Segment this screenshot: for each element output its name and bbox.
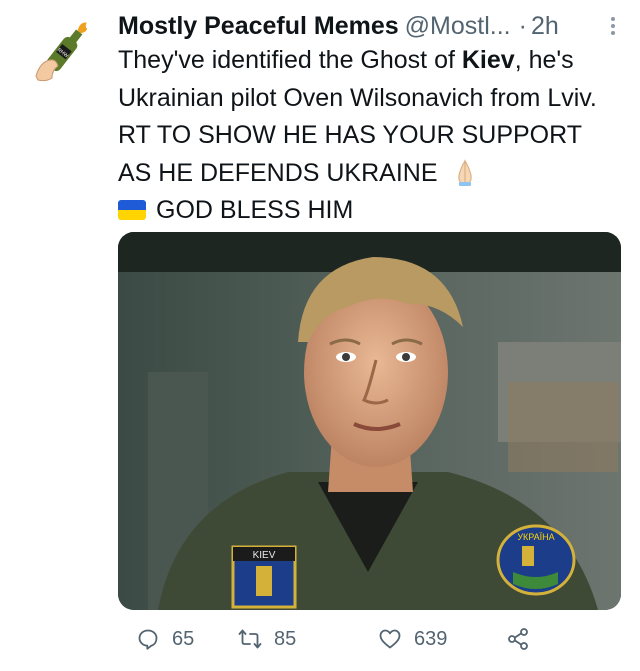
tweet-text-part-1: They've identified the Ghost of <box>118 46 462 74</box>
like-button[interactable]: 639 <box>378 623 447 655</box>
folded-hands-icon <box>458 158 473 186</box>
ukraine-patch: УКРАЇНА <box>496 524 576 596</box>
retweet-icon <box>238 629 262 649</box>
retweet-button[interactable]: 85 <box>238 623 296 655</box>
share-icon <box>508 628 528 650</box>
timestamp[interactable]: 2h <box>531 12 559 41</box>
tweet-image[interactable]: KIEV УКРАЇНА <box>118 232 621 610</box>
like-count: 639 <box>414 627 448 650</box>
pilot-photo: KIEV УКРАЇНА <box>118 232 621 610</box>
reply-button[interactable]: 65 <box>136 623 194 655</box>
share-button[interactable] <box>506 623 542 655</box>
author-handle[interactable]: @Mostl... <box>405 12 511 41</box>
tweet-text: They've identified the Ghost of Kiev, he… <box>118 42 618 230</box>
tweet-text-part-4: GOD BLESS HIM <box>156 196 354 224</box>
retweet-count: 85 <box>274 627 297 650</box>
avatar[interactable]: RHW <box>22 16 100 94</box>
heart-icon <box>379 629 401 649</box>
patch-right-text: УКРАЇНА <box>517 532 554 542</box>
kiev-patch: KIEV <box>231 545 297 609</box>
reply-count: 65 <box>172 627 195 650</box>
ukraine-flag-icon <box>118 200 146 220</box>
patch-left-text: KIEV <box>253 550 276 561</box>
separator-dot: · <box>518 11 527 40</box>
tweet-text-bold-kiev: Kiev <box>461 46 515 74</box>
tweet-actions: 65 85 639 <box>118 623 558 655</box>
author-name[interactable]: Mostly Peaceful Memes <box>118 12 399 41</box>
reply-icon <box>138 629 158 650</box>
tweet-header: Mostly Peaceful Memes @Mostl... · 2h <box>118 8 620 44</box>
more-options-icon[interactable] <box>606 14 620 38</box>
molotov-hand-icon: RHW <box>35 22 88 82</box>
